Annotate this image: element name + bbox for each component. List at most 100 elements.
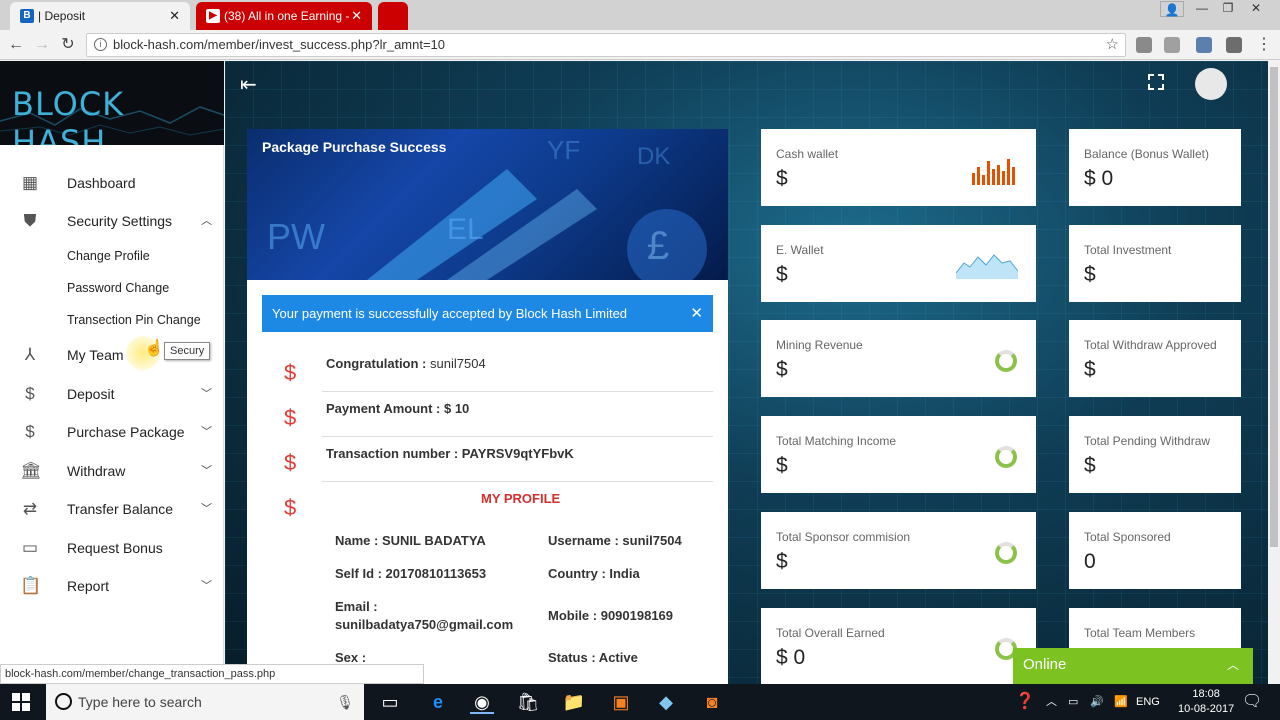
extension-screen-icon[interactable]: [1196, 37, 1212, 53]
submenu-password-change[interactable]: Password Change: [67, 281, 169, 295]
sidebar-item-transfer-balance[interactable]: ⇄ Transfer Balance ﹀: [0, 492, 224, 526]
online-chat-widget[interactable]: Online ︿: [1013, 648, 1253, 684]
transaction-number-row: Transaction number : PAYRSV9qtYFbvK: [326, 446, 574, 461]
sidebar-item-withdraw[interactable]: 🏛 Withdraw ﹀: [0, 454, 224, 488]
tab-close-icon[interactable]: ✕: [351, 2, 362, 30]
hand-cursor-icon: ☝: [144, 340, 164, 357]
avatar[interactable]: [1195, 68, 1227, 100]
language-indicator[interactable]: ENG: [1136, 684, 1160, 720]
sidebar-item-deposit[interactable]: $ Deposit ﹀: [0, 377, 224, 411]
dollar-icon: $: [25, 384, 35, 403]
profile-icon[interactable]: 👤: [1160, 1, 1184, 17]
submenu-change-profile[interactable]: Change Profile: [67, 249, 150, 263]
profile-self-id: Self Id : 20170810113653: [335, 566, 487, 581]
payment-amount-label: Payment Amount : $ 10: [326, 401, 470, 416]
card-title: Total Pending Withdraw: [1084, 434, 1211, 448]
restore-icon[interactable]: ❐: [1214, 0, 1242, 18]
taskbar-search-box[interactable]: Type here to search 🎙: [46, 684, 364, 720]
card-value: $: [1084, 358, 1096, 381]
app-icon[interactable]: ◆: [654, 690, 678, 714]
scrollbar-thumb[interactable]: [1270, 67, 1278, 547]
store-icon[interactable]: 🛍: [516, 690, 540, 714]
battery-icon[interactable]: ▭: [1068, 684, 1078, 720]
forward-icon[interactable]: →: [32, 35, 52, 55]
close-icon[interactable]: ✕: [690, 295, 703, 332]
extension-shield-icon[interactable]: [1136, 37, 1152, 53]
back-icon[interactable]: ←: [6, 35, 26, 55]
minimize-icon[interactable]: —: [1188, 0, 1216, 18]
card-title: Total Investment: [1084, 243, 1172, 257]
page-scrollbar[interactable]: [1268, 61, 1280, 685]
transfer-icon: ⇄: [22, 499, 38, 518]
help-icon[interactable]: ❓: [1015, 684, 1035, 720]
tab-youtube[interactable]: ▶ (38) All in one Earning - ✕: [196, 2, 372, 30]
sidebar-item-purchase-package[interactable]: $ Purchase Package ﹀: [0, 415, 224, 449]
chevron-up-icon[interactable]: ︿: [1046, 684, 1057, 720]
microphone-icon[interactable]: 🎙: [336, 684, 354, 720]
youtube-favicon-icon: ▶: [206, 9, 220, 23]
clock-date: 10-08-2017: [1178, 703, 1235, 715]
recorder-icon[interactable]: ◙: [700, 690, 724, 714]
shield-icon: ⛊: [23, 211, 37, 230]
fullscreen-icon[interactable]: [1148, 74, 1164, 90]
task-view-icon[interactable]: ▭: [378, 690, 402, 714]
profile-username: Username : sunil7504: [548, 533, 682, 548]
card-total-overall-earned: Total Overall Earned $ 0: [761, 608, 1036, 685]
chevron-down-icon: ﹀: [201, 580, 212, 592]
chrome-menu-icon[interactable]: ⋮: [1254, 35, 1274, 55]
app-icon[interactable]: ▣: [609, 690, 633, 714]
profile-email-label: Email :: [335, 599, 378, 614]
file-explorer-icon[interactable]: 📁: [562, 690, 586, 714]
payment-amount-row: Payment Amount : $ 10: [326, 401, 469, 416]
submenu-transection-pin-change[interactable]: Transection Pin Change: [67, 313, 201, 327]
sidebar-item-dashboard[interactable]: ▦ Dashboard: [0, 166, 224, 200]
edge-icon[interactable]: e: [426, 690, 450, 714]
sidebar-item-label: Deposit: [67, 386, 115, 402]
card-cash-wallet: Cash wallet $: [761, 129, 1036, 206]
sidebar-item-request-bonus[interactable]: ▭ Request Bonus: [0, 531, 224, 565]
card-value: $: [776, 167, 788, 190]
chevron-up-icon[interactable]: ︿: [1227, 648, 1239, 682]
extension-puzzle-icon[interactable]: [1164, 37, 1180, 53]
sidebar-item-label: Transfer Balance: [67, 501, 174, 517]
sidebar-item-label: Dashboard: [67, 175, 136, 191]
extension-box-icon[interactable]: [1226, 37, 1242, 53]
card-value: $ 0: [776, 646, 806, 669]
reload-icon[interactable]: ↻: [58, 35, 78, 55]
bank-icon: 🏛: [20, 461, 42, 480]
chrome-icon[interactable]: ◉: [470, 690, 494, 714]
new-tab-button[interactable]: [378, 2, 408, 30]
clock[interactable]: 18:08 10-08-2017: [1178, 687, 1234, 717]
dollar-icon: $: [284, 495, 297, 520]
card-total-matching-income: Total Matching Income $: [761, 416, 1036, 493]
transaction-number-label: Transaction number : PAYRSV9qtYFbvK: [326, 446, 574, 461]
logo[interactable]: BLOCK HASH: [0, 61, 224, 145]
sidebar-item-label: Purchase Package: [67, 424, 185, 440]
network-icon[interactable]: 📶: [1114, 684, 1128, 720]
bookmark-star-icon[interactable]: ☆: [1106, 34, 1119, 56]
site-info-icon[interactable]: i: [94, 38, 107, 51]
card-value: 0: [1084, 550, 1096, 573]
card-value: $: [776, 263, 788, 286]
address-bar[interactable]: i block-hash.com/member/invest_success.p…: [86, 33, 1126, 57]
tab-close-icon[interactable]: ✕: [169, 2, 180, 30]
alert-text: Your payment is successfully accepted by…: [272, 306, 628, 321]
tab-deposit[interactable]: B | Deposit ✕: [10, 2, 190, 30]
divider: [322, 481, 713, 482]
collapse-sidebar-icon[interactable]: ⇤: [240, 72, 257, 97]
sidebar-item-security-settings[interactable]: ⛊ Security Settings ︿: [0, 204, 224, 238]
notifications-icon[interactable]: 🗨: [1242, 684, 1262, 720]
dollar-icon: $: [284, 450, 297, 475]
close-window-icon[interactable]: ✕: [1242, 0, 1270, 18]
team-icon: ⅄: [24, 345, 36, 364]
card-total-sponsor-commision: Total Sponsor commision $: [761, 512, 1036, 589]
tab-title: | Deposit: [38, 9, 86, 23]
card-total-pending-withdraw: Total Pending Withdraw $: [1069, 416, 1241, 493]
sidebar-item-report[interactable]: 📋 Report ﹀: [0, 569, 224, 603]
sparkline-icon: [956, 254, 1018, 279]
windows-start-icon[interactable]: [12, 693, 30, 711]
tab-title: (38) All in one Earning -: [224, 9, 350, 23]
search-placeholder: Type here to search: [78, 694, 202, 710]
volume-icon[interactable]: 🔊: [1090, 684, 1104, 720]
card-value: $: [776, 358, 788, 381]
